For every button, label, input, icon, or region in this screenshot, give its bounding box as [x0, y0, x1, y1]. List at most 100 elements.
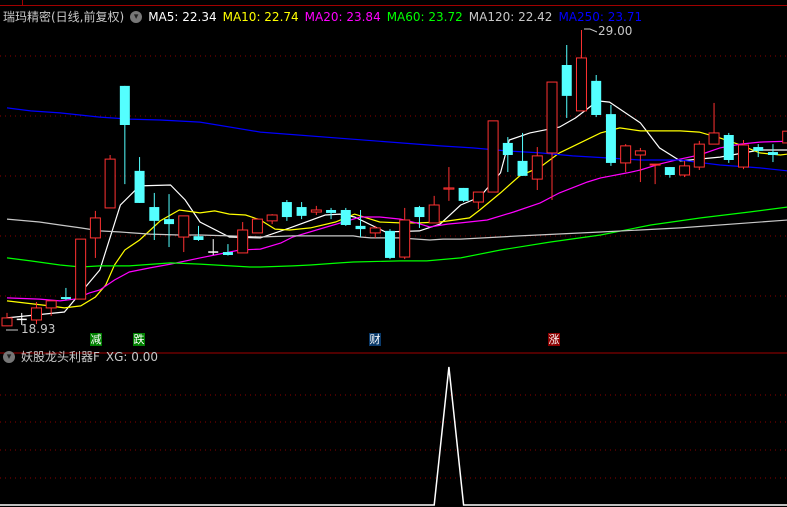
ma250-label: MA250: 23.71	[558, 9, 643, 24]
candle	[178, 215, 190, 253]
candle-body	[753, 147, 764, 151]
chevron-down-icon[interactable]: ▾	[130, 10, 143, 23]
ma20-label: MA20: 23.84	[304, 9, 381, 24]
candle	[310, 205, 322, 215]
ma120-label: MA120: 22.42	[468, 9, 553, 24]
candle	[369, 225, 381, 238]
xg-line	[0, 366, 787, 506]
chevron-down-icon[interactable]: ▾	[3, 350, 15, 363]
candle-body	[458, 187, 469, 201]
candle	[428, 195, 440, 224]
candle	[164, 194, 175, 248]
candle-body	[60, 297, 71, 300]
xg-value: XG: 0.00	[105, 349, 159, 364]
candle-body	[310, 209, 322, 213]
candle-body	[517, 160, 528, 176]
ma5-line	[6, 100, 787, 319]
candle	[75, 238, 87, 300]
candle	[546, 81, 558, 200]
candle	[222, 244, 233, 256]
candle	[89, 210, 101, 258]
candle-body	[89, 217, 101, 239]
candle-body	[634, 150, 646, 156]
candle-body	[296, 207, 307, 216]
candle	[472, 191, 484, 210]
candle-body	[575, 57, 587, 112]
high-price-label: 29.00	[598, 24, 633, 38]
candle	[266, 214, 278, 225]
ma5-label: MA5: 22.34	[148, 9, 217, 24]
candle-body	[45, 300, 57, 309]
candle-body	[30, 307, 42, 321]
candle-body	[281, 202, 292, 218]
candle-body	[355, 225, 366, 230]
candle-body	[664, 167, 675, 175]
candle	[458, 187, 469, 203]
ma60-label: MA60: 23.72	[386, 9, 463, 24]
candle-body	[679, 165, 691, 176]
candle	[591, 74, 602, 118]
candle	[620, 144, 632, 173]
candle	[399, 207, 411, 260]
kline-chart[interactable]	[0, 0, 787, 507]
candle	[384, 229, 395, 260]
candle-body	[193, 236, 204, 240]
candle	[149, 192, 160, 240]
candle-body	[591, 80, 602, 115]
candle-body	[782, 130, 787, 144]
candle-body	[134, 170, 145, 203]
candle	[296, 202, 307, 220]
candle-body	[369, 227, 381, 234]
low-price-label: 18.93	[21, 322, 56, 336]
candle	[355, 209, 366, 238]
candle-body	[75, 238, 87, 300]
candle-body	[546, 81, 558, 154]
candle	[104, 154, 116, 209]
candle	[119, 85, 130, 185]
signal-die: 跌	[133, 333, 145, 346]
candles	[1, 28, 787, 331]
indicator-header: ▾ 妖股龙头利器F XG: 0.00	[3, 348, 158, 365]
candle-body	[723, 134, 734, 160]
candle	[443, 167, 455, 201]
candle	[605, 104, 616, 166]
candle	[193, 225, 204, 241]
ma-lines	[6, 100, 787, 319]
candle	[237, 222, 249, 254]
candle	[487, 120, 499, 193]
candle-body	[149, 207, 160, 221]
signal-zhang: 涨	[548, 333, 560, 346]
candle-body	[767, 152, 778, 155]
candle-body	[605, 114, 616, 163]
grid-lines	[0, 55, 787, 479]
candle	[679, 160, 691, 178]
signal-cai: 财	[369, 333, 381, 346]
candle-body	[119, 85, 130, 125]
candle	[251, 218, 263, 234]
candle-body	[561, 64, 572, 96]
candle-body	[251, 218, 263, 234]
candle-body	[531, 155, 543, 180]
candle	[634, 147, 646, 183]
ma60-line	[6, 206, 787, 268]
signal-jian: 减	[90, 333, 102, 346]
ma10-label: MA10: 22.74	[222, 9, 299, 24]
candle	[208, 239, 219, 255]
candle	[502, 137, 513, 173]
candle-body	[237, 229, 249, 254]
candle	[60, 287, 71, 300]
candle-body	[428, 204, 440, 224]
candle-body	[472, 191, 484, 203]
candle	[326, 207, 337, 220]
xg-indicator	[0, 366, 787, 506]
high-arrow	[584, 28, 598, 33]
candle-body	[326, 209, 337, 213]
ma20-line	[6, 140, 787, 302]
candle-body	[222, 252, 233, 255]
candle	[664, 167, 675, 178]
candle-body	[414, 207, 425, 218]
candle	[517, 132, 528, 176]
candle-body	[340, 209, 351, 225]
indicator-title: 妖股龙头利器F	[21, 350, 100, 364]
candle-body	[693, 143, 705, 168]
